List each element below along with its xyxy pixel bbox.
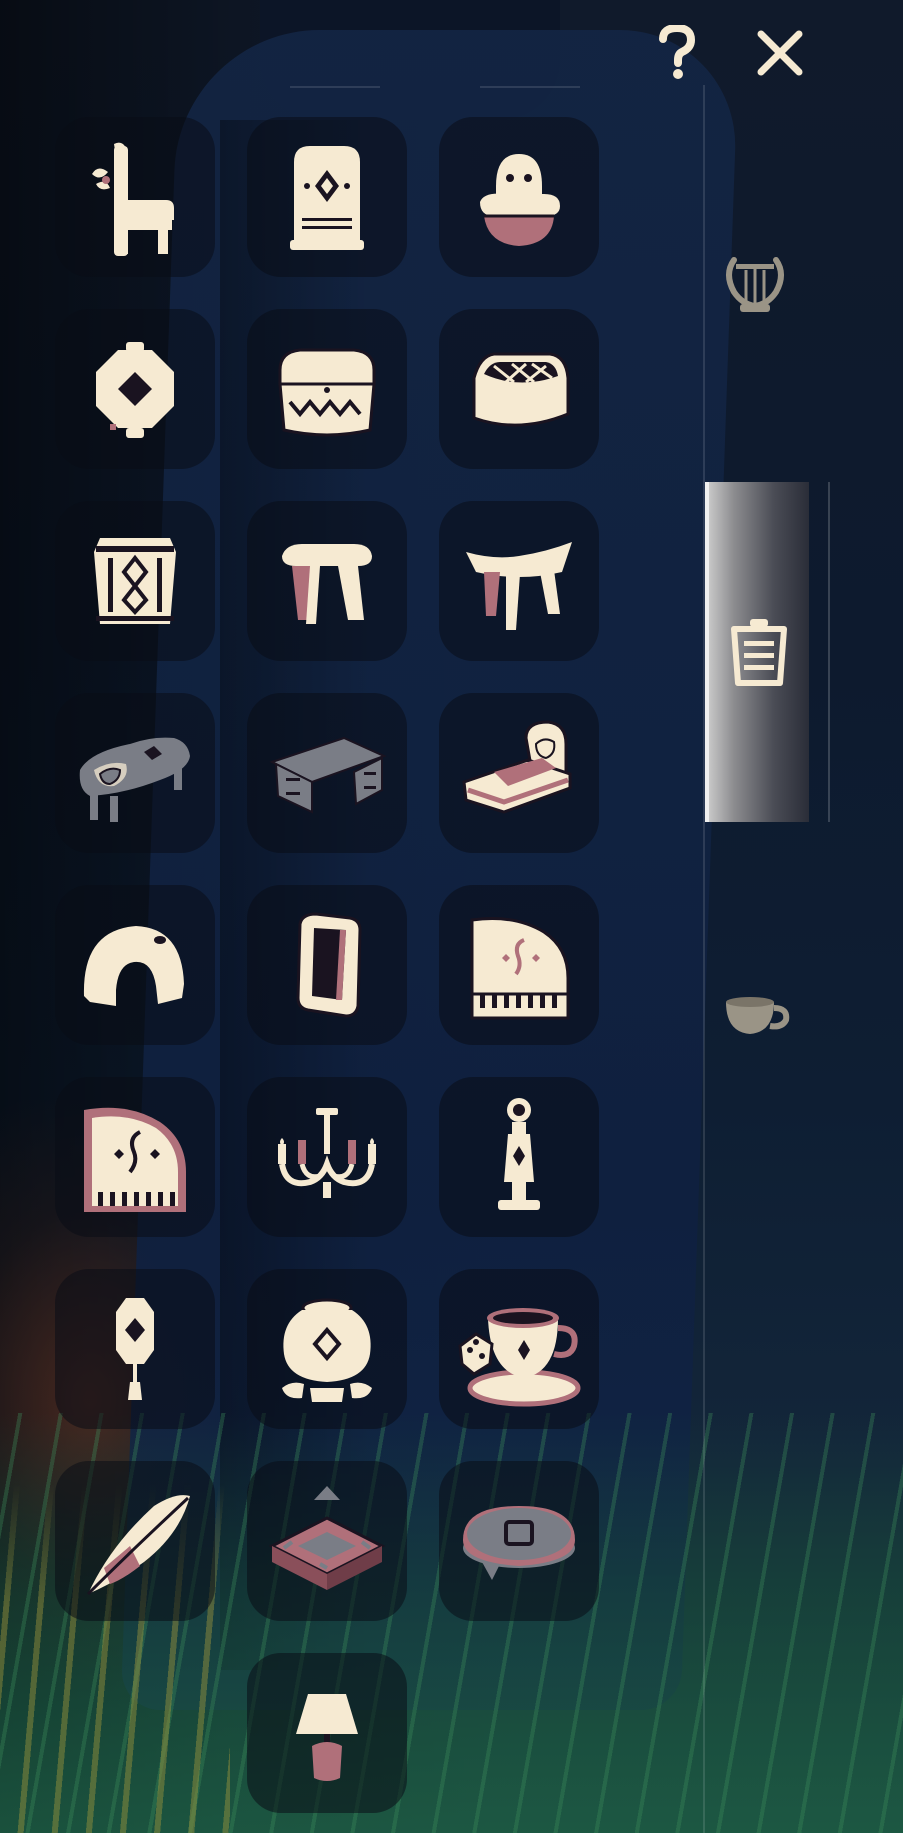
item-office-desk[interactable] [247,693,407,853]
chandelier-icon [278,1108,376,1198]
lyre-icon [726,257,784,312]
mirror-frame-icon [296,912,362,1018]
feather-quill-icon [86,1495,190,1596]
item-ornate-cabinet[interactable] [247,117,407,277]
chair-icon [92,142,174,256]
item-grandfather-clock[interactable] [439,1077,599,1237]
teacup-icon [726,997,790,1034]
item-table-lamp[interactable] [247,1653,407,1813]
hanging-lantern-icon [116,1298,154,1400]
header-divider-left [290,86,380,88]
paper-lantern-icon [96,342,174,438]
item-grand-piano[interactable] [439,885,599,1045]
item-hanging-lantern[interactable] [55,1269,215,1429]
wooden-stool-icon [282,544,372,624]
patterned-drum-stool-icon [94,538,176,624]
item-bed[interactable] [439,693,599,853]
item-patterned-chest[interactable] [247,309,407,469]
item-feather-quill[interactable] [55,1461,215,1621]
grand-piano-pink-icon [84,1107,186,1212]
item-placement-pad[interactable] [247,1461,407,1621]
item-arched-dome[interactable] [55,885,215,1045]
item-mirror-frame[interactable] [247,885,407,1045]
placement-pad-icon [268,1486,386,1590]
item-grand-piano-pink[interactable] [55,1077,215,1237]
tab-furniture[interactable] [705,482,809,822]
plush-in-basket-icon [480,154,560,246]
tab-music-instruments[interactable] [705,220,805,350]
coffee-table-icon [79,737,190,822]
stone-pot-icon [282,1298,372,1402]
item-paper-lantern[interactable] [55,309,215,469]
clipboard-list-icon [731,619,787,686]
round-cushion-icon [463,1506,575,1580]
help-button[interactable] [652,18,702,88]
office-desk-icon [269,736,387,814]
lattice-chest-icon [472,352,570,427]
item-plush-in-basket[interactable] [439,117,599,277]
header-divider-right [480,86,580,88]
item-lattice-chest[interactable] [439,309,599,469]
grand-piano-icon [470,917,570,1020]
ornate-cabinet-icon [290,146,364,250]
item-coffee-table[interactable] [55,693,215,853]
tab-food-drink[interactable] [705,950,805,1080]
item-wooden-stool[interactable] [247,501,407,661]
question-mark-icon [659,25,696,79]
item-round-cushion[interactable] [439,1461,599,1621]
teacup-and-dice-icon [458,1308,581,1407]
furniture-item-grid [55,117,599,1813]
table-lamp-icon [296,1694,358,1781]
item-patterned-drum-stool[interactable] [55,501,215,661]
item-teacup-and-dice[interactable] [439,1269,599,1429]
close-button[interactable] [748,18,812,88]
item-chair[interactable] [55,117,215,277]
curved-stool-icon [466,542,572,630]
arched-dome-icon [83,926,184,1006]
patterned-chest-icon [278,348,376,437]
grandfather-clock-icon [498,1098,540,1210]
item-chandelier[interactable] [247,1077,407,1237]
tab-selected-edge [828,482,830,822]
item-stone-pot[interactable] [247,1269,407,1429]
close-x-icon [757,30,803,76]
bed-icon [462,720,572,814]
item-curved-stool[interactable] [439,501,599,661]
